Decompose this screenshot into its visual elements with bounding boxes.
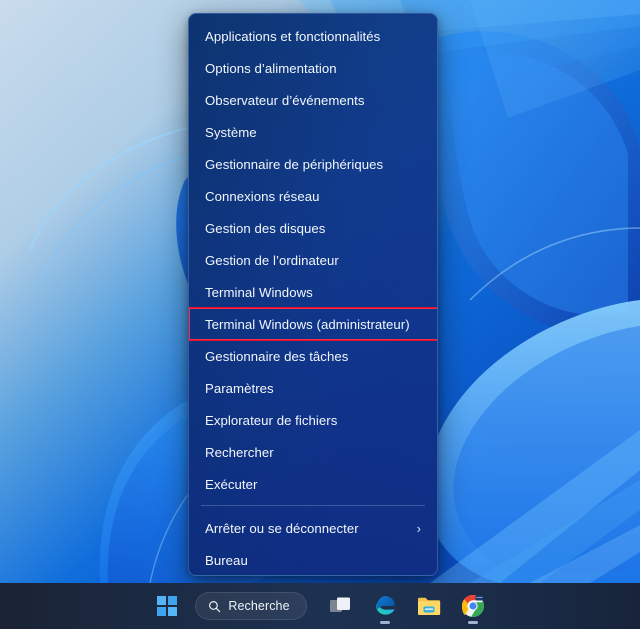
chrome-button[interactable] [451, 586, 495, 626]
menu-item-event-viewer[interactable]: Observateur d’événements [189, 84, 437, 116]
menu-item-label: Options d’alimentation [205, 60, 337, 76]
menu-item-label: Gestionnaire des tâches [205, 348, 349, 364]
running-indicator [379, 621, 390, 624]
menu-item-label: Système [205, 124, 257, 140]
menu-item-label: Observateur d’événements [205, 92, 365, 108]
menu-item-label: Terminal Windows (administrateur) [205, 316, 410, 332]
running-indicator [467, 621, 478, 624]
menu-item-label: Gestion de l’ordinateur [205, 252, 339, 268]
windows-logo-icon [157, 596, 178, 616]
menu-item-power-options[interactable]: Options d’alimentation [189, 52, 437, 84]
start-button[interactable] [145, 586, 189, 626]
menu-item-search[interactable]: Rechercher [189, 436, 437, 468]
menu-item-network-connections[interactable]: Connexions réseau [189, 180, 437, 212]
task-view-button[interactable] [319, 586, 363, 626]
win-x-power-user-menu[interactable]: Applications et fonctionnalités Options d… [188, 13, 438, 576]
menu-item-label: Paramètres [205, 380, 274, 396]
menu-item-label: Connexions réseau [205, 188, 320, 204]
menu-item-settings[interactable]: Paramètres [189, 372, 437, 404]
menu-item-label: Applications et fonctionnalités [205, 28, 381, 44]
menu-item-shutdown-signout[interactable]: Arrêter ou se déconnecter › [189, 512, 437, 544]
menu-item-apps-features[interactable]: Applications et fonctionnalités [189, 20, 437, 52]
search-icon [209, 600, 221, 612]
file-explorer-icon [417, 597, 440, 615]
menu-item-computer-management[interactable]: Gestion de l’ordinateur [189, 244, 437, 276]
menu-item-desktop[interactable]: Bureau [189, 544, 437, 575]
menu-item-label: Gestion des disques [205, 220, 326, 236]
menu-item-system[interactable]: Système [189, 116, 437, 148]
menu-separator [201, 505, 425, 506]
menu-item-label: Bureau [205, 552, 248, 568]
task-view-icon [329, 597, 350, 612]
menu-item-disk-management[interactable]: Gestion des disques [189, 212, 437, 244]
search-label: Recherche [228, 599, 290, 613]
edge-button[interactable] [363, 586, 407, 626]
menu-item-label: Gestionnaire de périphériques [205, 156, 384, 172]
menu-item-task-manager[interactable]: Gestionnaire des tâches [189, 340, 437, 372]
menu-item-device-manager[interactable]: Gestionnaire de périphériques [189, 148, 437, 180]
google-chrome-icon [461, 595, 484, 617]
context-menu-list: Applications et fonctionnalités Options d… [189, 20, 437, 575]
microsoft-edge-icon [375, 596, 395, 615]
file-explorer-button[interactable] [407, 586, 451, 626]
search-input[interactable]: Recherche [195, 592, 307, 620]
menu-item-label: Terminal Windows [205, 284, 313, 300]
menu-item-windows-terminal[interactable]: Terminal Windows [189, 276, 437, 308]
chevron-right-icon: › [416, 520, 421, 536]
menu-item-label: Exécuter [205, 476, 258, 492]
taskbar: Recherche [0, 583, 640, 629]
menu-item-label: Arrêter ou se déconnecter [205, 520, 359, 536]
menu-item-file-explorer[interactable]: Explorateur de fichiers [189, 404, 437, 436]
menu-item-run[interactable]: Exécuter [189, 468, 437, 500]
menu-item-label: Explorateur de fichiers [205, 412, 338, 428]
menu-item-label: Rechercher [205, 444, 274, 460]
menu-item-windows-terminal-admin[interactable]: Terminal Windows (administrateur) [189, 307, 437, 341]
